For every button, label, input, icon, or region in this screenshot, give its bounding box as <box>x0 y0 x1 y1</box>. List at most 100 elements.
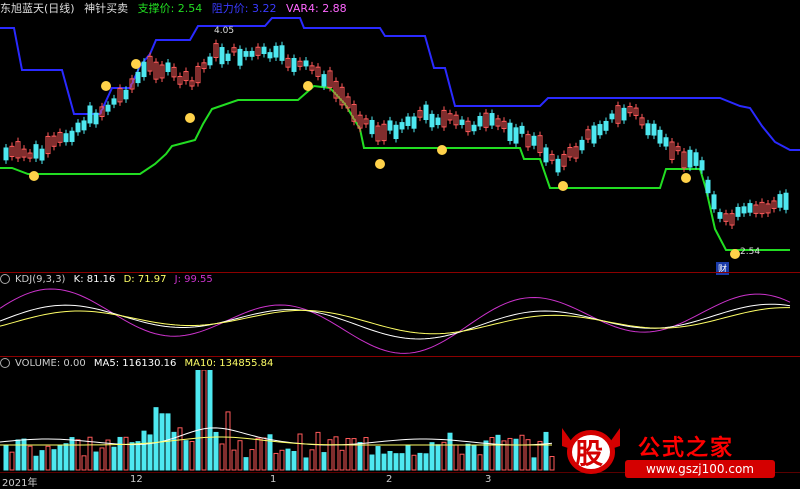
volume-bar <box>45 445 51 471</box>
volume-ma10: MA10: 134855.84 <box>184 358 274 369</box>
candle-body <box>279 45 285 61</box>
time-axis-label: 3 <box>485 474 492 485</box>
signal-face-icon <box>185 113 195 123</box>
volume-bar <box>123 436 129 471</box>
candle-body <box>237 48 243 66</box>
support-line <box>0 84 790 251</box>
volume-bar <box>459 453 465 471</box>
kdj-k-line <box>0 303 791 340</box>
signal-face-icon <box>101 81 111 91</box>
volume-bar <box>201 370 207 471</box>
volume-bar <box>543 431 549 471</box>
candle-body <box>411 116 417 129</box>
volume-bar <box>75 439 81 471</box>
volume-bar <box>15 439 21 471</box>
candle-body <box>519 125 525 134</box>
volume-bar <box>513 438 519 471</box>
volume-bar <box>135 441 141 471</box>
volume-bar <box>231 449 237 471</box>
volume-bar <box>417 452 423 471</box>
candle-body <box>141 61 147 78</box>
volume-bar <box>525 439 531 471</box>
kdj-title[interactable]: KDJ(9,3,3) <box>15 274 65 285</box>
candle-body <box>39 148 45 161</box>
volume-bar <box>237 440 243 471</box>
candle-body <box>597 124 603 136</box>
candle-body <box>603 120 609 131</box>
volume-bar <box>291 451 297 471</box>
candle-body <box>741 206 747 214</box>
candle-body <box>33 144 39 159</box>
volume-bar <box>285 448 291 471</box>
high-price-marker: 4.05 <box>214 26 235 36</box>
volume-bar <box>465 443 471 471</box>
candle-body <box>645 123 651 136</box>
candle-body <box>513 127 519 144</box>
candle-body <box>423 104 429 121</box>
volume-bar <box>177 427 183 471</box>
candle-body <box>777 194 783 208</box>
panel-settings-icon[interactable] <box>0 358 10 368</box>
candle-body <box>699 160 705 171</box>
kdj-d-line <box>0 307 791 335</box>
volume-bar <box>183 440 189 471</box>
candle-body <box>405 116 411 126</box>
signal-face-icon <box>681 173 691 183</box>
candle-body <box>507 122 513 142</box>
volume-bar <box>411 454 417 471</box>
volume-bar <box>297 433 303 471</box>
volume-bar <box>339 449 345 471</box>
volume-bar <box>495 434 501 471</box>
volume-bar <box>435 444 441 471</box>
candle-body <box>111 98 117 105</box>
candle-body <box>651 123 657 136</box>
candle-body <box>399 122 405 130</box>
price-chart[interactable] <box>0 14 800 272</box>
candle-body <box>303 60 309 67</box>
candle-body <box>477 116 483 127</box>
candle-body <box>429 113 435 128</box>
volume-bar <box>147 434 153 471</box>
volume-bar <box>519 434 525 471</box>
watermark-site-name: 公式之家 <box>638 435 735 461</box>
financial-event-badge[interactable]: 财 <box>716 262 730 275</box>
candle-body <box>693 152 699 166</box>
candle-body <box>225 53 231 61</box>
candle-body <box>267 52 273 59</box>
candle-body <box>687 149 693 168</box>
candle-body <box>291 57 297 72</box>
time-axis-label: 1 <box>270 474 277 485</box>
volume-bar <box>225 411 231 471</box>
candle-body <box>219 47 225 65</box>
kdj-k-value: K: 81.16 <box>73 274 116 285</box>
volume-bar <box>375 446 381 471</box>
kdj-j-value: J: 99.55 <box>174 274 213 285</box>
volume-bar <box>441 441 447 471</box>
candle-body <box>273 45 279 58</box>
candle-body <box>711 194 717 210</box>
candle-body <box>705 179 711 194</box>
candle-body <box>165 62 171 73</box>
volume-bar <box>381 453 387 471</box>
candle-body <box>543 147 549 163</box>
panel-separator <box>0 272 800 273</box>
volume-bar <box>453 444 459 471</box>
volume-bar <box>309 449 315 471</box>
signal-face-icon <box>303 81 313 91</box>
candle-body <box>3 147 9 161</box>
volume-bar <box>33 455 39 471</box>
candle-body <box>369 119 375 135</box>
watermark-url: www.gszj100.com <box>625 460 775 478</box>
candle-body <box>591 125 597 144</box>
candle-body <box>321 74 327 87</box>
volume-bar <box>261 437 267 471</box>
signal-face-icon <box>730 249 740 259</box>
volume-bar <box>117 436 123 471</box>
candle-body <box>123 89 129 100</box>
signal-face-icon <box>375 159 385 169</box>
volume-bar <box>387 450 393 471</box>
volume-title[interactable]: VOLUME: 0.00 <box>15 358 86 369</box>
candle-body <box>69 130 75 142</box>
kdj-chart[interactable] <box>0 286 800 356</box>
panel-settings-icon[interactable] <box>0 274 10 284</box>
